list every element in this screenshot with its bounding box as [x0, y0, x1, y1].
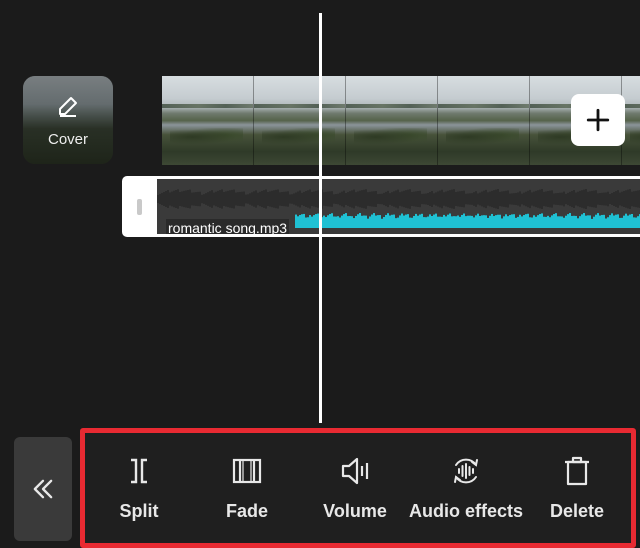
playhead[interactable] — [319, 13, 322, 423]
volume-label: Volume — [323, 500, 387, 521]
volume-button[interactable]: Volume — [301, 433, 409, 543]
timeline-area[interactable]: Cover romantic song.mp3 — [0, 0, 640, 425]
audio-trim-handle[interactable] — [122, 176, 156, 237]
video-frame-thumbnail — [254, 76, 346, 165]
audio-waveform: romantic song.mp3 — [157, 179, 640, 234]
audio-effects-button[interactable]: Audio effects — [409, 433, 523, 543]
audio-clip-track[interactable]: romantic song.mp3 — [122, 176, 640, 237]
pencil-icon — [59, 97, 77, 117]
delete-button[interactable]: Delete — [523, 433, 631, 543]
add-clip-button[interactable] — [571, 94, 625, 146]
audio-file-name: romantic song.mp3 — [166, 219, 290, 234]
split-label: Split — [119, 500, 159, 521]
fade-icon — [232, 458, 262, 483]
video-frame-thumbnail — [346, 76, 438, 165]
plus-icon — [586, 108, 610, 132]
video-frame-thumbnail — [438, 76, 530, 165]
collapse-button[interactable] — [14, 437, 72, 541]
cover-label: Cover — [47, 131, 88, 148]
delete-label: Delete — [550, 500, 605, 521]
video-frame-thumbnail — [162, 76, 254, 165]
split-button[interactable]: Split — [85, 433, 193, 543]
trash-icon — [565, 456, 590, 485]
volume-icon — [341, 457, 369, 484]
audio-effects-icon — [454, 458, 478, 483]
fade-label: Fade — [225, 500, 268, 521]
cover-button[interactable]: Cover — [23, 76, 113, 164]
double-chevron-left-icon — [33, 479, 53, 499]
video-clip-track[interactable] — [162, 76, 640, 165]
fade-button[interactable]: Fade — [193, 433, 301, 543]
audio-effects-label: Audio effects — [409, 500, 524, 521]
audio-edit-toolbar: Split Fade Volume Audio effects Delete — [80, 428, 636, 548]
split-icon — [131, 458, 147, 483]
